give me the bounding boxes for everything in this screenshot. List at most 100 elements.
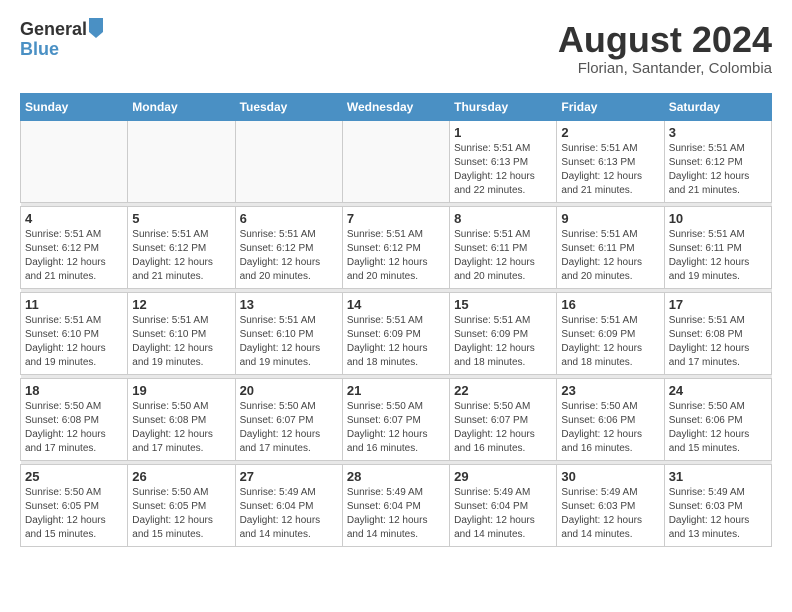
day-info: Sunrise: 5:50 AM Sunset: 6:07 PM Dayligh… xyxy=(347,400,445,456)
day-info: Sunrise: 5:51 AM Sunset: 6:12 PM Dayligh… xyxy=(240,228,338,284)
day-info: Sunrise: 5:50 AM Sunset: 6:05 PM Dayligh… xyxy=(132,486,230,542)
day-info: Sunrise: 5:51 AM Sunset: 6:08 PM Dayligh… xyxy=(669,314,767,370)
day-number: 2 xyxy=(561,125,659,140)
day-info: Sunrise: 5:51 AM Sunset: 6:09 PM Dayligh… xyxy=(454,314,552,370)
calendar-cell: 10 Sunrise: 5:51 AM Sunset: 6:11 PM Dayli… xyxy=(664,206,771,288)
day-info: Sunrise: 5:51 AM Sunset: 6:12 PM Dayligh… xyxy=(669,142,767,198)
day-number: 22 xyxy=(454,383,552,398)
calendar-cell: 22 Sunrise: 5:50 AM Sunset: 6:07 PM Dayli… xyxy=(450,378,557,460)
weekday-header-wednesday: Wednesday xyxy=(342,93,449,120)
day-info: Sunrise: 5:51 AM Sunset: 6:09 PM Dayligh… xyxy=(561,314,659,370)
day-number: 7 xyxy=(347,211,445,226)
calendar-cell: 16 Sunrise: 5:51 AM Sunset: 6:09 PM Dayli… xyxy=(557,292,664,374)
day-info: Sunrise: 5:49 AM Sunset: 6:04 PM Dayligh… xyxy=(240,486,338,542)
weekday-header-monday: Monday xyxy=(128,93,235,120)
day-info: Sunrise: 5:50 AM Sunset: 6:08 PM Dayligh… xyxy=(132,400,230,456)
calendar-cell: 18 Sunrise: 5:50 AM Sunset: 6:08 PM Dayli… xyxy=(21,378,128,460)
day-info: Sunrise: 5:50 AM Sunset: 6:06 PM Dayligh… xyxy=(561,400,659,456)
day-number: 29 xyxy=(454,469,552,484)
calendar-cell: 29 Sunrise: 5:49 AM Sunset: 6:04 PM Dayli… xyxy=(450,464,557,546)
calendar-cell: 6 Sunrise: 5:51 AM Sunset: 6:12 PM Daylig… xyxy=(235,206,342,288)
day-number: 12 xyxy=(132,297,230,312)
calendar-cell: 14 Sunrise: 5:51 AM Sunset: 6:09 PM Dayli… xyxy=(342,292,449,374)
day-info: Sunrise: 5:51 AM Sunset: 6:13 PM Dayligh… xyxy=(561,142,659,198)
calendar-cell: 4 Sunrise: 5:51 AM Sunset: 6:12 PM Daylig… xyxy=(21,206,128,288)
calendar-cell: 25 Sunrise: 5:50 AM Sunset: 6:05 PM Dayli… xyxy=(21,464,128,546)
day-info: Sunrise: 5:51 AM Sunset: 6:13 PM Dayligh… xyxy=(454,142,552,198)
day-number: 14 xyxy=(347,297,445,312)
day-number: 28 xyxy=(347,469,445,484)
calendar-cell: 1Sunrise: 5:51 AM Sunset: 6:13 PM Daylig… xyxy=(450,120,557,202)
calendar-cell: 27 Sunrise: 5:49 AM Sunset: 6:04 PM Dayli… xyxy=(235,464,342,546)
calendar-week-row: 1Sunrise: 5:51 AM Sunset: 6:13 PM Daylig… xyxy=(21,120,772,202)
day-info: Sunrise: 5:49 AM Sunset: 6:04 PM Dayligh… xyxy=(454,486,552,542)
day-info: Sunrise: 5:51 AM Sunset: 6:09 PM Dayligh… xyxy=(347,314,445,370)
day-info: Sunrise: 5:50 AM Sunset: 6:06 PM Dayligh… xyxy=(669,400,767,456)
calendar-cell xyxy=(342,120,449,202)
day-info: Sunrise: 5:50 AM Sunset: 6:07 PM Dayligh… xyxy=(454,400,552,456)
calendar-cell: 19 Sunrise: 5:50 AM Sunset: 6:08 PM Dayli… xyxy=(128,378,235,460)
day-number: 11 xyxy=(25,297,123,312)
weekday-header-friday: Friday xyxy=(557,93,664,120)
calendar-week-row: 11 Sunrise: 5:51 AM Sunset: 6:10 PM Dayli… xyxy=(21,292,772,374)
day-info: Sunrise: 5:49 AM Sunset: 6:03 PM Dayligh… xyxy=(561,486,659,542)
weekday-header-thursday: Thursday xyxy=(450,93,557,120)
day-number: 19 xyxy=(132,383,230,398)
day-info: Sunrise: 5:50 AM Sunset: 6:07 PM Dayligh… xyxy=(240,400,338,456)
calendar-cell: 30Sunrise: 5:49 AM Sunset: 6:03 PM Dayli… xyxy=(557,464,664,546)
day-number: 21 xyxy=(347,383,445,398)
calendar-cell: 9Sunrise: 5:51 AM Sunset: 6:11 PM Daylig… xyxy=(557,206,664,288)
day-number: 25 xyxy=(25,469,123,484)
weekday-header-row: SundayMondayTuesdayWednesdayThursdayFrid… xyxy=(21,93,772,120)
day-info: Sunrise: 5:50 AM Sunset: 6:05 PM Dayligh… xyxy=(25,486,123,542)
day-number: 4 xyxy=(25,211,123,226)
calendar-cell: 28Sunrise: 5:49 AM Sunset: 6:04 PM Dayli… xyxy=(342,464,449,546)
day-info: Sunrise: 5:50 AM Sunset: 6:08 PM Dayligh… xyxy=(25,400,123,456)
day-number: 20 xyxy=(240,383,338,398)
day-info: Sunrise: 5:51 AM Sunset: 6:12 PM Dayligh… xyxy=(132,228,230,284)
calendar-cell: 15Sunrise: 5:51 AM Sunset: 6:09 PM Dayli… xyxy=(450,292,557,374)
day-number: 24 xyxy=(669,383,767,398)
calendar-cell: 31Sunrise: 5:49 AM Sunset: 6:03 PM Dayli… xyxy=(664,464,771,546)
calendar-cell: 2 Sunrise: 5:51 AM Sunset: 6:13 PM Daylig… xyxy=(557,120,664,202)
day-info: Sunrise: 5:51 AM Sunset: 6:11 PM Dayligh… xyxy=(669,228,767,284)
calendar-week-row: 25 Sunrise: 5:50 AM Sunset: 6:05 PM Dayli… xyxy=(21,464,772,546)
day-number: 27 xyxy=(240,469,338,484)
logo-general: General xyxy=(20,20,87,40)
calendar-cell: 11Sunrise: 5:51 AM Sunset: 6:10 PM Dayli… xyxy=(21,292,128,374)
calendar-cell xyxy=(21,120,128,202)
day-number: 26 xyxy=(132,469,230,484)
calendar-cell xyxy=(235,120,342,202)
calendar-cell: 3 Sunrise: 5:51 AM Sunset: 6:12 PM Daylig… xyxy=(664,120,771,202)
logo-icon xyxy=(89,18,103,38)
weekday-header-tuesday: Tuesday xyxy=(235,93,342,120)
day-number: 18 xyxy=(25,383,123,398)
day-number: 17 xyxy=(669,297,767,312)
day-info: Sunrise: 5:51 AM Sunset: 6:10 PM Dayligh… xyxy=(240,314,338,370)
calendar-cell: 7Sunrise: 5:51 AM Sunset: 6:12 PM Daylig… xyxy=(342,206,449,288)
calendar-cell: 23 Sunrise: 5:50 AM Sunset: 6:06 PM Dayli… xyxy=(557,378,664,460)
day-info: Sunrise: 5:51 AM Sunset: 6:12 PM Dayligh… xyxy=(25,228,123,284)
day-info: Sunrise: 5:51 AM Sunset: 6:10 PM Dayligh… xyxy=(132,314,230,370)
title-section: August 2024 Florian, Santander, Colombia xyxy=(558,20,772,77)
calendar-cell: 20 Sunrise: 5:50 AM Sunset: 6:07 PM Dayli… xyxy=(235,378,342,460)
calendar-cell: 21 Sunrise: 5:50 AM Sunset: 6:07 PM Dayli… xyxy=(342,378,449,460)
calendar-cell xyxy=(128,120,235,202)
calendar-cell: 17 Sunrise: 5:51 AM Sunset: 6:08 PM Dayli… xyxy=(664,292,771,374)
calendar-table: SundayMondayTuesdayWednesdayThursdayFrid… xyxy=(20,93,772,547)
day-number: 16 xyxy=(561,297,659,312)
day-number: 31 xyxy=(669,469,767,484)
day-info: Sunrise: 5:51 AM Sunset: 6:11 PM Dayligh… xyxy=(561,228,659,284)
day-number: 23 xyxy=(561,383,659,398)
weekday-header-sunday: Sunday xyxy=(21,93,128,120)
calendar-week-row: 4 Sunrise: 5:51 AM Sunset: 6:12 PM Daylig… xyxy=(21,206,772,288)
logo: General Blue xyxy=(20,20,103,60)
day-number: 10 xyxy=(669,211,767,226)
day-number: 3 xyxy=(669,125,767,140)
calendar-cell: 13Sunrise: 5:51 AM Sunset: 6:10 PM Dayli… xyxy=(235,292,342,374)
day-info: Sunrise: 5:51 AM Sunset: 6:11 PM Dayligh… xyxy=(454,228,552,284)
calendar-cell: 24 Sunrise: 5:50 AM Sunset: 6:06 PM Dayli… xyxy=(664,378,771,460)
calendar-cell: 5Sunrise: 5:51 AM Sunset: 6:12 PM Daylig… xyxy=(128,206,235,288)
day-number: 6 xyxy=(240,211,338,226)
logo-blue: Blue xyxy=(20,40,103,60)
